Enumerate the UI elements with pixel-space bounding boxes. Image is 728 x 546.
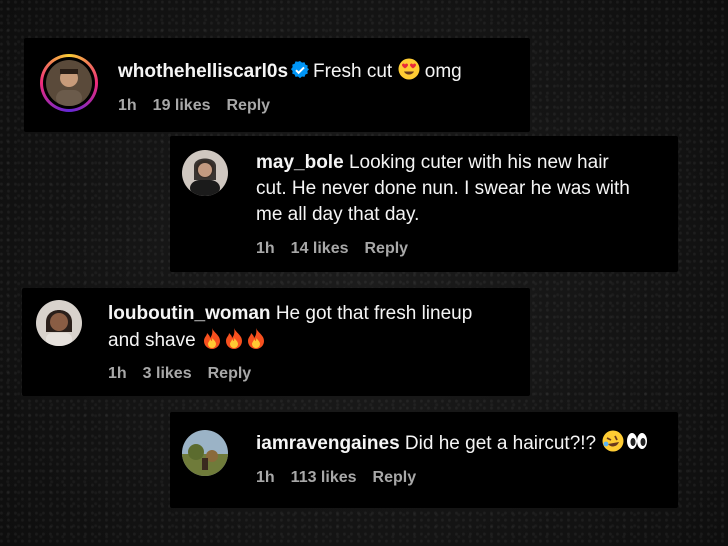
likes-count[interactable]: 19 likes xyxy=(153,97,211,114)
username[interactable]: may_bole xyxy=(256,152,344,173)
comment-meta: 1h 3 likes Reply xyxy=(108,365,267,383)
username[interactable]: louboutin_woman xyxy=(108,303,271,324)
reply-button[interactable]: Reply xyxy=(227,97,271,114)
reply-button[interactable]: Reply xyxy=(373,469,417,486)
timestamp: 1h xyxy=(108,365,127,382)
comment-text: may_bole Looking cuter with his new hair… xyxy=(256,150,666,228)
reply-button[interactable]: Reply xyxy=(365,240,409,257)
likes-count[interactable]: 14 likes xyxy=(291,240,349,257)
timestamp: 1h xyxy=(256,240,275,257)
comment-body: Fresh cut xyxy=(313,61,393,82)
comment-meta: 1h 19 likes Reply xyxy=(118,97,286,115)
username[interactable]: whothehelliscarl0s xyxy=(118,61,288,82)
comment-text: whothehelliscarl0s Fresh cut omg xyxy=(118,58,518,88)
comment-body: Did he get a haircut?!? xyxy=(404,433,597,454)
likes-count[interactable]: 3 likes xyxy=(143,365,192,382)
avatar[interactable] xyxy=(182,430,228,476)
avatar[interactable] xyxy=(36,300,82,346)
comment-line-1: Looking cuter with his new hair xyxy=(348,152,609,173)
comment-card: may_bole Looking cuter with his new hair… xyxy=(170,136,678,272)
verified-badge-icon xyxy=(291,61,310,87)
comment-body-end: omg xyxy=(424,61,462,82)
avatar[interactable] xyxy=(46,60,92,106)
comment-line-3: me all day that day. xyxy=(256,204,420,225)
eyes-emoji-icon xyxy=(625,430,649,460)
comment-line-2: and shave xyxy=(108,330,196,351)
comment-line-1: He got that fresh lineup xyxy=(275,303,473,324)
fire-emoji-icon xyxy=(201,327,269,357)
comment-card: iamravengaines Did he get a haircut?!? 1… xyxy=(170,412,678,508)
heart-eyes-emoji-icon xyxy=(398,58,420,88)
timestamp: 1h xyxy=(256,469,275,486)
comment-text: iamravengaines Did he get a haircut?!? xyxy=(256,430,666,460)
comment-card: louboutin_woman He got that fresh lineup… xyxy=(22,288,530,396)
rofl-emoji-icon xyxy=(601,430,625,460)
avatar[interactable] xyxy=(182,150,228,196)
timestamp: 1h xyxy=(118,97,137,114)
comment-text: louboutin_woman He got that fresh lineup… xyxy=(108,301,518,357)
comment-meta: 1h 113 likes Reply xyxy=(256,469,432,487)
reply-button[interactable]: Reply xyxy=(208,365,252,382)
likes-count[interactable]: 113 likes xyxy=(291,469,357,486)
username[interactable]: iamravengaines xyxy=(256,433,400,454)
comment-meta: 1h 14 likes Reply xyxy=(256,240,424,258)
comment-line-2: cut. He never done nun. I swear he was w… xyxy=(256,178,630,199)
comment-card: whothehelliscarl0s Fresh cut omg 1h 19 lik… xyxy=(24,38,530,132)
